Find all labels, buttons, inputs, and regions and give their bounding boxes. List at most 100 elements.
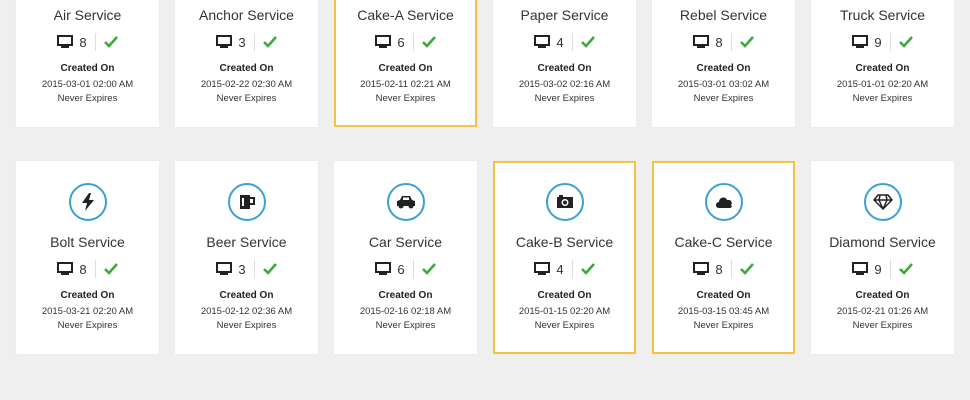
divider [889, 33, 891, 51]
monitor-icon [534, 262, 551, 275]
service-title: Diamond Service [829, 234, 936, 250]
check-icon [898, 263, 913, 275]
created-on-label: Created On [378, 290, 433, 301]
camera-icon [545, 183, 584, 221]
instance-count: 8 [79, 261, 87, 277]
divider [94, 260, 96, 278]
cloud-icon [704, 183, 743, 221]
service-title: Beer Service [206, 234, 287, 250]
divider [412, 260, 414, 278]
created-date: 2015-02-16 02:18 AM [359, 306, 452, 317]
service-card-paper[interactable]: Paper Service 4 Created On 2015-03-02 02… [493, 0, 636, 127]
service-meta: 8 [654, 260, 793, 278]
created-on-label: Created On [537, 290, 592, 301]
service-title: Cake-A Service [357, 7, 454, 23]
expiration-text: Never Expires [216, 93, 277, 104]
created-date: 2015-03-15 03:45 AM [677, 306, 770, 317]
check-icon [580, 36, 595, 48]
check-icon [898, 36, 913, 48]
service-card-beer[interactable]: Beer Service 3 Created On 2015-02-12 02:… [175, 161, 318, 354]
instance-count: 9 [874, 261, 882, 277]
service-title: Cake-B Service [515, 234, 614, 250]
service-title: Air Service [53, 7, 122, 23]
monitor-icon [57, 262, 74, 275]
expiration-text: Never Expires [693, 93, 754, 104]
service-card-rebel[interactable]: Rebel Service 8 Created On 2015-03-01 03… [652, 0, 795, 127]
created-date: 2015-03-01 03:02 AM [677, 79, 770, 90]
created-date: 2015-02-22 02:30 AM [200, 79, 293, 90]
check-icon [262, 36, 277, 48]
monitor-icon [534, 35, 551, 48]
created-on-label: Created On [855, 63, 910, 74]
service-card-diamond[interactable]: Diamond Service 9 Created On 2015-02-21 … [811, 161, 954, 354]
check-icon [262, 263, 277, 275]
divider [889, 260, 891, 278]
created-date: 2015-02-12 02:36 AM [200, 306, 293, 317]
created-date: 2015-01-15 02:20 AM [518, 306, 611, 317]
monitor-icon [375, 262, 392, 275]
created-on-label: Created On [378, 63, 433, 74]
created-date: 2015-03-02 02:16 AM [518, 79, 611, 90]
expiration-text: Never Expires [693, 320, 754, 331]
divider [253, 260, 255, 278]
service-card-air[interactable]: Air Service 8 Created On 2015-03-01 02:0… [16, 0, 159, 127]
service-meta: 4 [495, 260, 634, 278]
instance-count: 6 [397, 34, 405, 50]
check-icon [421, 263, 436, 275]
expiration-text: Never Expires [852, 93, 913, 104]
monitor-icon [216, 262, 233, 275]
service-meta: 6 [336, 33, 475, 51]
service-card-cake-c[interactable]: Cake-C Service 8 Created On 2015-03-15 0… [652, 161, 795, 354]
service-meta: 9 [811, 260, 954, 278]
expiration-text: Never Expires [57, 93, 118, 104]
instance-count: 4 [556, 261, 564, 277]
service-meta: 3 [175, 260, 318, 278]
service-meta: 3 [175, 33, 318, 51]
created-on-label: Created On [219, 63, 274, 74]
instance-count: 8 [79, 34, 87, 50]
created-on-label: Created On [60, 63, 115, 74]
monitor-icon [852, 262, 869, 275]
divider [253, 33, 255, 51]
service-card-cake-b[interactable]: Cake-B Service 4 Created On 2015-01-15 0… [493, 161, 636, 354]
service-meta: 8 [16, 33, 159, 51]
check-icon [739, 263, 754, 275]
service-card-cake-a[interactable]: Cake-A Service 6 Created On 2015-02-11 0… [334, 0, 477, 127]
diamond-icon [863, 183, 902, 221]
instance-count: 6 [397, 261, 405, 277]
expiration-text: Never Expires [534, 320, 595, 331]
created-on-label: Created On [855, 290, 910, 301]
created-date: 2015-03-21 02:20 AM [41, 306, 134, 317]
bolt-icon [68, 183, 107, 221]
expiration-text: Never Expires [534, 93, 595, 104]
service-card-bolt[interactable]: Bolt Service 8 Created On 2015-03-21 02:… [16, 161, 159, 354]
monitor-icon [57, 35, 74, 48]
created-date: 2015-02-11 02:21 AM [360, 79, 451, 90]
service-title: Paper Service [520, 7, 609, 23]
created-date: 2015-03-01 02:00 AM [41, 79, 134, 90]
created-on-label: Created On [60, 290, 115, 301]
divider [571, 33, 573, 51]
service-meta: 4 [493, 33, 636, 51]
service-title: Anchor Service [199, 7, 294, 23]
created-on-label: Created On [219, 290, 274, 301]
instance-count: 3 [238, 34, 246, 50]
created-on-label: Created On [537, 63, 592, 74]
service-card-car[interactable]: Car Service 6 Created On 2015-02-16 02:1… [334, 161, 477, 354]
service-title: Rebel Service [679, 7, 768, 23]
service-card-anchor[interactable]: Anchor Service 3 Created On 2015-02-22 0… [175, 0, 318, 127]
check-icon [421, 36, 436, 48]
divider [571, 260, 573, 278]
monitor-icon [693, 262, 710, 275]
monitor-icon [216, 35, 233, 48]
service-title: Car Service [368, 234, 443, 250]
instance-count: 4 [556, 34, 564, 50]
service-meta: 8 [16, 260, 159, 278]
monitor-icon [375, 35, 392, 48]
created-date: 2015-02-21 01:26 AM [836, 306, 929, 317]
service-card-truck[interactable]: Truck Service 9 Created On 2015-01-01 02… [811, 0, 954, 127]
service-meta: 9 [811, 33, 954, 51]
instance-count: 8 [715, 34, 723, 50]
expiration-text: Never Expires [375, 320, 436, 331]
created-date: 2015-01-01 02:20 AM [836, 79, 929, 90]
